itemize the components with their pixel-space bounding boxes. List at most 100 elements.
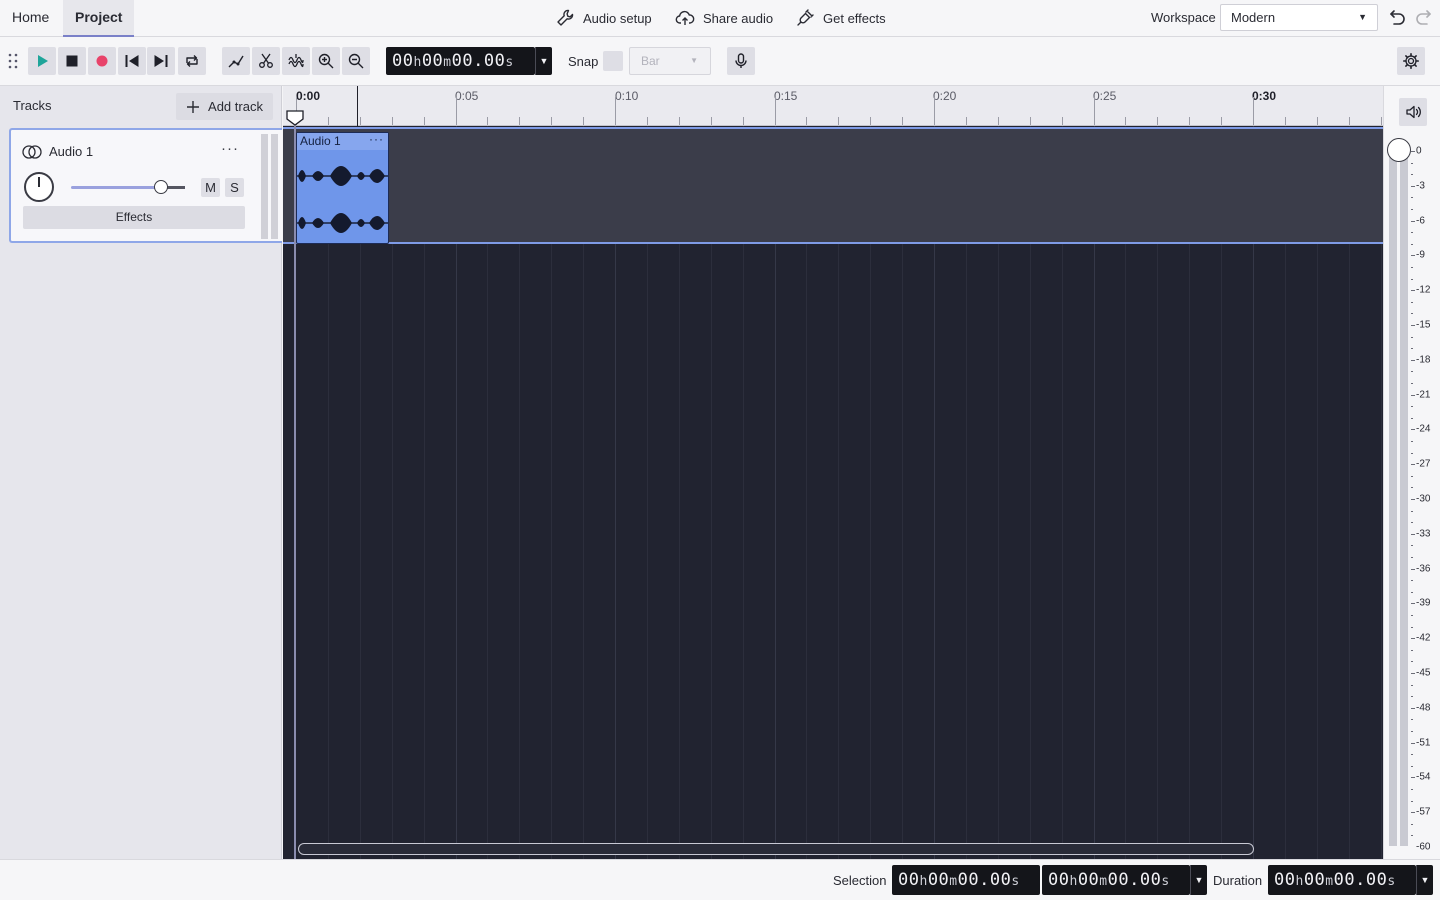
playback-timecode[interactable]: 00h00m00.00s (386, 47, 535, 75)
track-menu-button[interactable]: ··· (221, 140, 239, 157)
ruler-tick (359, 117, 361, 125)
redo-icon[interactable] (1414, 7, 1436, 29)
db-scale-label: -27 (1416, 458, 1431, 470)
audio-setup-label: Audio setup (583, 10, 652, 26)
audio-setup-button[interactable]: Audio setup (555, 0, 652, 36)
db-scale-tick (1411, 731, 1413, 732)
master-volume-knob[interactable] (1387, 138, 1411, 162)
db-scale-label: -15 (1416, 319, 1431, 331)
horizontal-scrollbar[interactable] (298, 843, 1254, 855)
undo-icon[interactable] (1385, 7, 1407, 29)
split-tool-button[interactable] (252, 47, 280, 75)
track-audio-1[interactable]: Audio 1 ··· M S Effects (9, 128, 282, 243)
db-scale-tick (1411, 615, 1413, 616)
skip-start-icon (125, 55, 139, 67)
timecode-hours: 00 (392, 51, 414, 71)
playhead[interactable] (294, 126, 296, 859)
tab-home[interactable]: Home (0, 0, 61, 37)
timecode-hours: 00 (1048, 870, 1070, 890)
db-scale-label: -33 (1416, 528, 1431, 540)
selection-end-timecode[interactable]: 00h00m00.00s (1042, 865, 1190, 895)
master-meter-right (1400, 150, 1408, 846)
ruler-label: 0:10 (615, 89, 639, 103)
db-scale-tick (1411, 336, 1413, 338)
snap-checkbox[interactable] (603, 51, 623, 71)
track-canvas[interactable]: Audio 1 ··· (283, 126, 1383, 859)
master-meter-panel: 0 -3 -6 -9 -12 -15 -18 -21 -24 -27 -30 -33 -36 -39 -42… (1383, 86, 1440, 859)
speaker-icon (1406, 105, 1421, 119)
zoom-out-button[interactable] (342, 47, 370, 75)
db-scale-tick (1411, 673, 1415, 674)
clip-header[interactable]: Audio 1 ··· (297, 131, 388, 150)
selection-start-timecode[interactable]: 00h00m00.00s (892, 865, 1040, 895)
ruler-tick (1093, 97, 1095, 125)
tab-project[interactable]: Project (63, 0, 135, 37)
solo-button[interactable]: S (225, 178, 244, 197)
workspace-select[interactable]: Modern ▼ (1220, 4, 1378, 31)
skip-to-end-button[interactable] (147, 47, 175, 75)
skip-to-start-button[interactable] (118, 47, 146, 75)
multi-tool-button[interactable] (282, 47, 310, 75)
volume-slider-thumb[interactable] (154, 180, 168, 194)
db-scale-tick (1411, 429, 1415, 431)
timecode-format-dropdown[interactable]: ▼ (535, 47, 552, 75)
effects-button[interactable]: Effects (23, 206, 245, 229)
skip-end-icon (154, 55, 168, 67)
zoom-in-button[interactable] (312, 47, 340, 75)
audio-clip[interactable]: Audio 1 ··· (296, 132, 389, 244)
db-scale-tick (1411, 522, 1413, 524)
zoom-in-icon (318, 53, 334, 69)
timecode-seconds: 00.00 (957, 870, 1012, 890)
mute-button[interactable]: M (201, 178, 220, 197)
master-volume-button[interactable] (1399, 98, 1427, 126)
viewport-marker (357, 86, 358, 126)
snap-select[interactable]: Bar ▼ (629, 47, 711, 75)
db-scale-tick (1411, 765, 1413, 767)
ruler-tick (423, 117, 425, 125)
share-audio-button[interactable]: Share audio (675, 0, 773, 36)
settings-button[interactable] (1397, 47, 1425, 75)
ruler-tick (615, 97, 616, 125)
workspace-value: Modern (1231, 10, 1276, 25)
ruler-tick (997, 117, 999, 125)
record-button[interactable] (88, 47, 116, 75)
play-icon (38, 55, 48, 67)
db-scale-tick (1411, 823, 1413, 825)
ruler-tick (806, 117, 808, 125)
selection-format-dropdown[interactable]: ▼ (1190, 865, 1207, 895)
stop-button[interactable] (58, 47, 86, 75)
envelope-icon (228, 55, 244, 68)
pan-knob[interactable] (24, 172, 54, 202)
get-effects-label: Get effects (823, 10, 886, 26)
db-scale-tick (1411, 533, 1415, 535)
duration-format-dropdown[interactable]: ▼ (1416, 865, 1433, 895)
clip-menu-button[interactable]: ··· (369, 131, 384, 147)
add-track-button[interactable]: Add track (176, 93, 273, 120)
envelope-tool-button[interactable] (222, 47, 250, 75)
playhead-handle[interactable] (286, 110, 304, 126)
ruler-tick (1029, 117, 1031, 125)
get-effects-button[interactable]: Get effects (795, 0, 886, 36)
ruler-tick (870, 117, 872, 125)
duration-label: Duration (1213, 873, 1263, 888)
track-name[interactable]: Audio 1 (49, 144, 93, 159)
master-meter-left (1389, 150, 1397, 846)
ruler-tick (1316, 117, 1318, 125)
cloud-upload-icon (675, 10, 695, 25)
gear-icon (1403, 53, 1419, 69)
db-scale-tick (1411, 348, 1413, 350)
ruler-tick (1221, 117, 1223, 125)
db-scale-label: -3 (1416, 180, 1425, 192)
db-scale-tick (1411, 499, 1415, 500)
track-lane[interactable]: Audio 1 ··· (283, 127, 1383, 244)
db-scale-tick (1411, 626, 1413, 628)
play-button[interactable] (28, 47, 56, 75)
duration-timecode[interactable]: 00h00m00.00s (1268, 865, 1416, 895)
db-scale-tick (1411, 510, 1413, 512)
drag-handle-icon[interactable] (7, 52, 19, 70)
timecode-seconds: 00.00 (451, 51, 506, 71)
timeline-ruler[interactable]: 0:00 0:05 0:10 0:15 0:20 0:25 0:30 (283, 86, 1383, 126)
microphone-button[interactable] (727, 47, 755, 75)
db-scale-tick (1411, 719, 1413, 721)
loop-button[interactable] (178, 47, 206, 75)
